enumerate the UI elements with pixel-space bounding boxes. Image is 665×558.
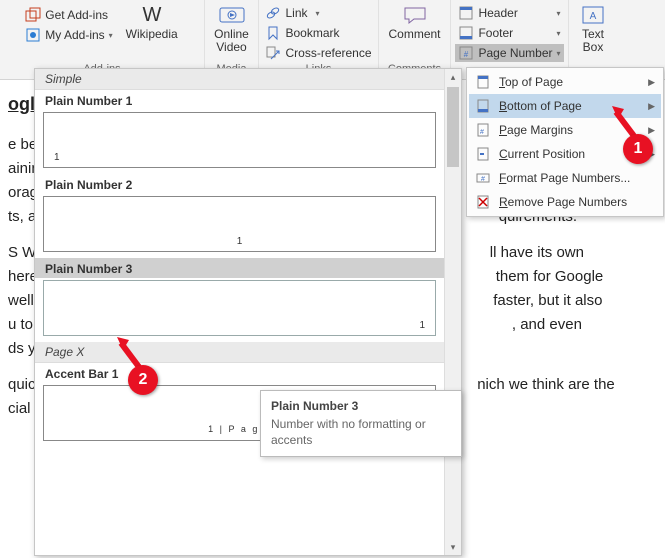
- link-button[interactable]: Link ▾: [262, 4, 374, 22]
- footer-icon: [458, 25, 474, 41]
- svg-text:A: A: [590, 11, 597, 22]
- get-addins-label: Get Add-ins: [45, 8, 108, 22]
- tooltip-body: Number with no formatting or accents: [271, 417, 451, 448]
- bookmark-icon: [265, 25, 281, 41]
- my-addins-button[interactable]: My Add-ins ▾: [22, 26, 115, 44]
- gallery-tooltip: Plain Number 3 Number with no formatting…: [260, 390, 462, 457]
- page-number-button[interactable]: # Page Number ▾: [455, 44, 563, 62]
- preview-plain3[interactable]: 1: [43, 280, 436, 336]
- preview-plain1[interactable]: 1: [43, 112, 436, 168]
- crossref-button[interactable]: Cross-reference: [262, 44, 374, 62]
- gallery-item-plain1[interactable]: Plain Number 1: [35, 90, 444, 110]
- gallery-item-plain3[interactable]: Plain Number 3: [35, 258, 444, 278]
- wikipedia-label: Wikipedia: [126, 28, 178, 41]
- header-label: Header: [478, 6, 517, 20]
- video-label: Online Video: [214, 28, 249, 54]
- format-icon: #: [475, 170, 491, 186]
- bookmark-label: Bookmark: [285, 26, 339, 40]
- svg-text:#: #: [464, 50, 469, 59]
- gallery-item-accent1[interactable]: Accent Bar 1: [35, 363, 444, 383]
- textbox-label: Text Box: [582, 28, 604, 54]
- page-number-icon: #: [458, 45, 474, 61]
- footer-label: Footer: [478, 26, 513, 40]
- menu-top-of-page[interactable]: TTop of Pageop of Page ▶: [469, 70, 661, 94]
- my-addins-label: My Add-ins: [45, 28, 104, 42]
- video-icon: [219, 4, 245, 26]
- current-pos-icon: [475, 146, 491, 162]
- svg-text:W: W: [142, 5, 161, 25]
- menu-format-page-numbers[interactable]: # Format Page Numbers...: [469, 166, 661, 190]
- bottom-page-icon: [475, 98, 491, 114]
- top-page-icon: [475, 74, 491, 90]
- page-number-gallery: Simple Plain Number 1 1 Plain Number 2 1…: [34, 68, 462, 556]
- tooltip-title: Plain Number 3: [271, 399, 451, 413]
- gallery-section-pagex: Page X: [35, 342, 444, 363]
- menu-remove-page-numbers[interactable]: Remove Page Numbers: [469, 190, 661, 214]
- svg-text:#: #: [480, 129, 484, 136]
- remove-icon: [475, 194, 491, 210]
- marker-2: 2: [128, 365, 158, 395]
- comment-button[interactable]: Comment: [385, 2, 445, 43]
- gallery-section-simple: Simple: [35, 69, 444, 90]
- svg-text:#: #: [481, 176, 485, 183]
- comment-label: Comment: [389, 28, 441, 41]
- link-label: Link: [285, 6, 307, 20]
- my-addins-icon: [25, 27, 41, 43]
- scroll-thumb[interactable]: [447, 87, 459, 167]
- page-number-label: Page Number: [478, 46, 552, 60]
- preview-plain2[interactable]: 1: [43, 196, 436, 252]
- marker-1: 1: [623, 134, 653, 164]
- bookmark-button[interactable]: Bookmark: [262, 24, 374, 42]
- scroll-up-icon[interactable]: ▴: [445, 69, 461, 85]
- addins-icon: [25, 7, 41, 23]
- textbox-button[interactable]: A Text Box: [576, 2, 610, 56]
- crossref-label: Cross-reference: [285, 46, 371, 60]
- margins-icon: #: [475, 122, 491, 138]
- get-addins-button[interactable]: Get Add-ins: [22, 6, 115, 24]
- gallery-item-plain2[interactable]: Plain Number 2: [35, 174, 444, 194]
- online-video-button[interactable]: Online Video: [210, 2, 253, 56]
- wikipedia-button[interactable]: W Wikipedia: [122, 2, 182, 43]
- textbox-icon: A: [580, 4, 606, 26]
- chevron-right-icon: ▶: [648, 77, 655, 88]
- gallery-scrollbar[interactable]: ▴ ▾: [444, 69, 461, 555]
- header-button[interactable]: Header ▾: [455, 4, 563, 22]
- comment-icon: [402, 4, 428, 26]
- crossref-icon: [265, 45, 281, 61]
- header-icon: [458, 5, 474, 21]
- footer-button[interactable]: Footer ▾: [455, 24, 563, 42]
- wikipedia-icon: W: [139, 4, 165, 26]
- scroll-down-icon[interactable]: ▾: [445, 539, 461, 555]
- link-icon: [265, 5, 281, 21]
